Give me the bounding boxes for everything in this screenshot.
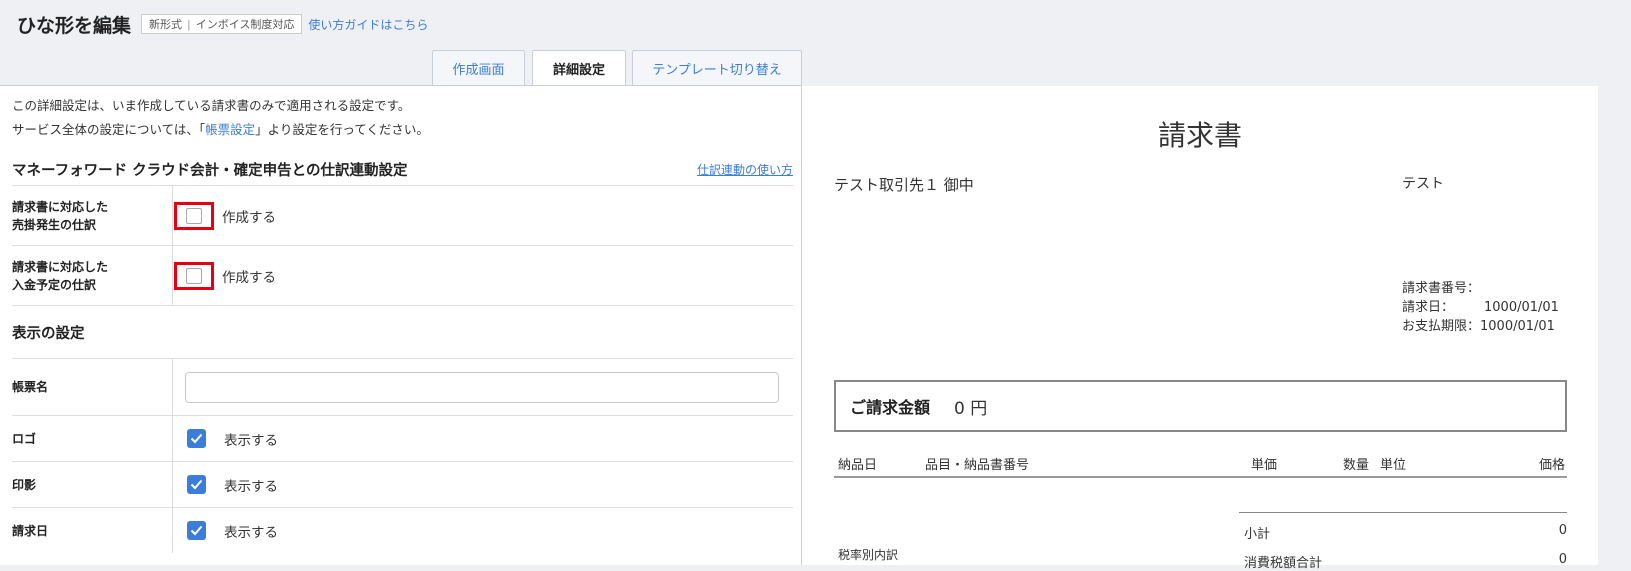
journal-help-link[interactable]: 仕訳連動の使い方 — [697, 161, 793, 178]
intro-line-2-suffix: 」より設定を行ってください。 — [255, 122, 429, 137]
invoice-number-row: 請求書番号： — [1402, 279, 1559, 298]
display-row-logo: ロゴ 表示する — [12, 416, 793, 462]
journal-row-payment-content: 作成する — [173, 246, 793, 305]
tax-breakdown-label: 税率別内訳 — [838, 548, 899, 562]
settings-panel: この詳細設定は、いま作成している請求書のみで適用される設定です。 サービス全体の… — [0, 85, 802, 565]
receivable-journal-checkbox[interactable] — [186, 207, 202, 224]
display-row-seal: 印影 表示する — [12, 462, 793, 508]
journal-row-receivable: 請求書に対応した 売掛発生の仕訳 作成する — [12, 186, 793, 246]
col-unit-price: 単価 — [1251, 458, 1278, 473]
display-section-header: 表示の設定 — [12, 306, 793, 359]
col-item: 品目・納品書番号 — [925, 458, 1030, 473]
col-quantity: 数量 — [1343, 458, 1370, 473]
journal-section-header: マネーフォワード クラウド会計・確定申告との仕訳連動設定 仕訳連動の使い方 — [12, 153, 793, 186]
badge-invoice-compliant: インボイス制度対応 — [195, 18, 295, 31]
seal-show-label[interactable]: 表示する — [224, 475, 278, 495]
subtotal-row: 小計 0 — [1244, 523, 1567, 542]
journal-row-payment: 請求書に対応した 入金予定の仕訳 作成する — [12, 246, 793, 306]
invoice-date-label: 請求日 — [12, 508, 173, 553]
journal-section-title: マネーフォワード クラウド会計・確定申告との仕訳連動設定 — [12, 162, 408, 179]
logo-content: 表示する — [173, 416, 793, 461]
check-icon — [190, 525, 203, 536]
usage-guide-link[interactable]: 使い方ガイドはこちら — [308, 16, 428, 33]
invoice-date-row: 請求日： 1000/01/01 — [1402, 298, 1559, 317]
journal-row-receivable-label: 請求書に対応した 売掛発生の仕訳 — [12, 186, 173, 245]
billing-amount-box: ご請求金額 0 円 — [834, 380, 1567, 432]
invoice-number-label: 請求書番号： — [1402, 281, 1481, 296]
due-date-row: お支払期限： 1000/01/01 — [1402, 317, 1559, 336]
form-settings-link[interactable]: 帳票設定 — [205, 122, 255, 137]
receivable-label-line-2: 売掛発生の仕訳 — [12, 217, 97, 232]
badge-new-format: 新形式 — [149, 18, 183, 31]
tax-total-row: 消費税額合計 0 — [1244, 552, 1567, 571]
tab-bar: 作成画面 詳細設定 テンプレート切り替え — [432, 50, 802, 86]
intro-line-1: この詳細設定は、いま作成している請求書のみで適用される設定です。 — [12, 98, 411, 113]
billing-amount-label: ご請求金額 — [850, 398, 931, 417]
invoice-date-content: 表示する — [173, 508, 793, 553]
check-icon — [190, 433, 203, 444]
intro-line-2-prefix: サービス全体の設定については、「 — [12, 122, 206, 137]
client-name: テスト取引先１ 御中 — [834, 176, 974, 194]
intro-line-2: サービス全体の設定については、「帳票設定」より設定を行ってください。 — [12, 118, 793, 142]
display-section-title: 表示の設定 — [12, 325, 85, 342]
receivable-label-line-1: 請求書に対応した — [12, 199, 109, 214]
due-date-label: お支払期限： — [1402, 319, 1481, 334]
invoice-title: 請求書 — [1157, 119, 1242, 152]
receivable-option-label[interactable]: 作成する — [222, 206, 276, 226]
invoice-meta: 請求書番号： 請求日： 1000/01/01 お支払期限： 1000/01/01 — [1402, 279, 1559, 336]
page-header: ひな形を編集 新形式 | インボイス制度対応 使い方ガイドはこちら — [0, 0, 1631, 48]
invoice-preview: 請求書 テスト取引先１ 御中 テスト 請求書番号： 請求日： 1000/01/0… — [802, 86, 1598, 571]
logo-show-label[interactable]: 表示する — [224, 429, 278, 449]
invoice-date-show-checkbox[interactable] — [187, 521, 206, 540]
payment-label-line-2: 入金予定の仕訳 — [12, 277, 97, 292]
due-date-value: 1000/01/01 — [1480, 319, 1555, 334]
tab-editor[interactable]: 作成画面 — [432, 50, 525, 85]
sender-name: テスト — [1402, 176, 1444, 192]
check-icon — [190, 479, 203, 490]
badge-separator: | — [187, 17, 191, 31]
display-row-invoice-date: 請求日 表示する — [12, 508, 793, 553]
payment-label-line-1: 請求書に対応した — [12, 259, 109, 274]
format-badge: 新形式 | インボイス制度対応 — [141, 14, 303, 34]
payment-option-label[interactable]: 作成する — [222, 266, 276, 286]
display-row-doc-name: 帳票名 — [12, 359, 793, 416]
subtotal-label: 小計 — [1244, 527, 1271, 542]
journal-row-receivable-content: 作成する — [173, 186, 793, 245]
col-delivery-date: 納品日 — [838, 458, 878, 473]
logo-label: ロゴ — [12, 416, 173, 461]
col-price: 価格 — [1538, 458, 1565, 473]
journal-row-payment-label: 請求書に対応した 入金予定の仕訳 — [12, 246, 173, 305]
page-title: ひな形を編集 — [17, 14, 132, 37]
subtotal-value: 0 — [1558, 523, 1567, 538]
payment-journal-checkbox[interactable] — [186, 267, 202, 284]
invoice-date-show-label[interactable]: 表示する — [224, 521, 278, 541]
billing-amount-value: 0 円 — [954, 398, 988, 419]
doc-name-input[interactable] — [185, 371, 779, 403]
tax-total-label: 消費税額合計 — [1244, 556, 1323, 571]
seal-content: 表示する — [173, 462, 793, 507]
tab-detail-settings[interactable]: 詳細設定 — [532, 50, 626, 86]
highlight-box — [174, 201, 214, 230]
logo-show-checkbox[interactable] — [187, 429, 206, 448]
tax-total-value: 0 — [1558, 552, 1567, 567]
invoice-date-value: 1000/01/01 — [1484, 300, 1559, 315]
intro-text: この詳細設定は、いま作成している請求書のみで適用される設定です。 サービス全体の… — [12, 94, 793, 142]
subtotal-divider — [1239, 512, 1567, 513]
items-table-header: 納品日 品目・納品書番号 単価 数量 単位 価格 — [834, 450, 1567, 478]
col-unit: 単位 — [1380, 458, 1407, 473]
tab-template-switch[interactable]: テンプレート切り替え — [632, 50, 802, 85]
seal-label: 印影 — [12, 462, 173, 507]
invoice-date-meta-label: 請求日： — [1402, 300, 1455, 315]
highlight-box — [174, 261, 214, 290]
doc-name-label: 帳票名 — [12, 359, 173, 415]
doc-name-content — [173, 359, 793, 415]
seal-show-checkbox[interactable] — [187, 475, 206, 494]
